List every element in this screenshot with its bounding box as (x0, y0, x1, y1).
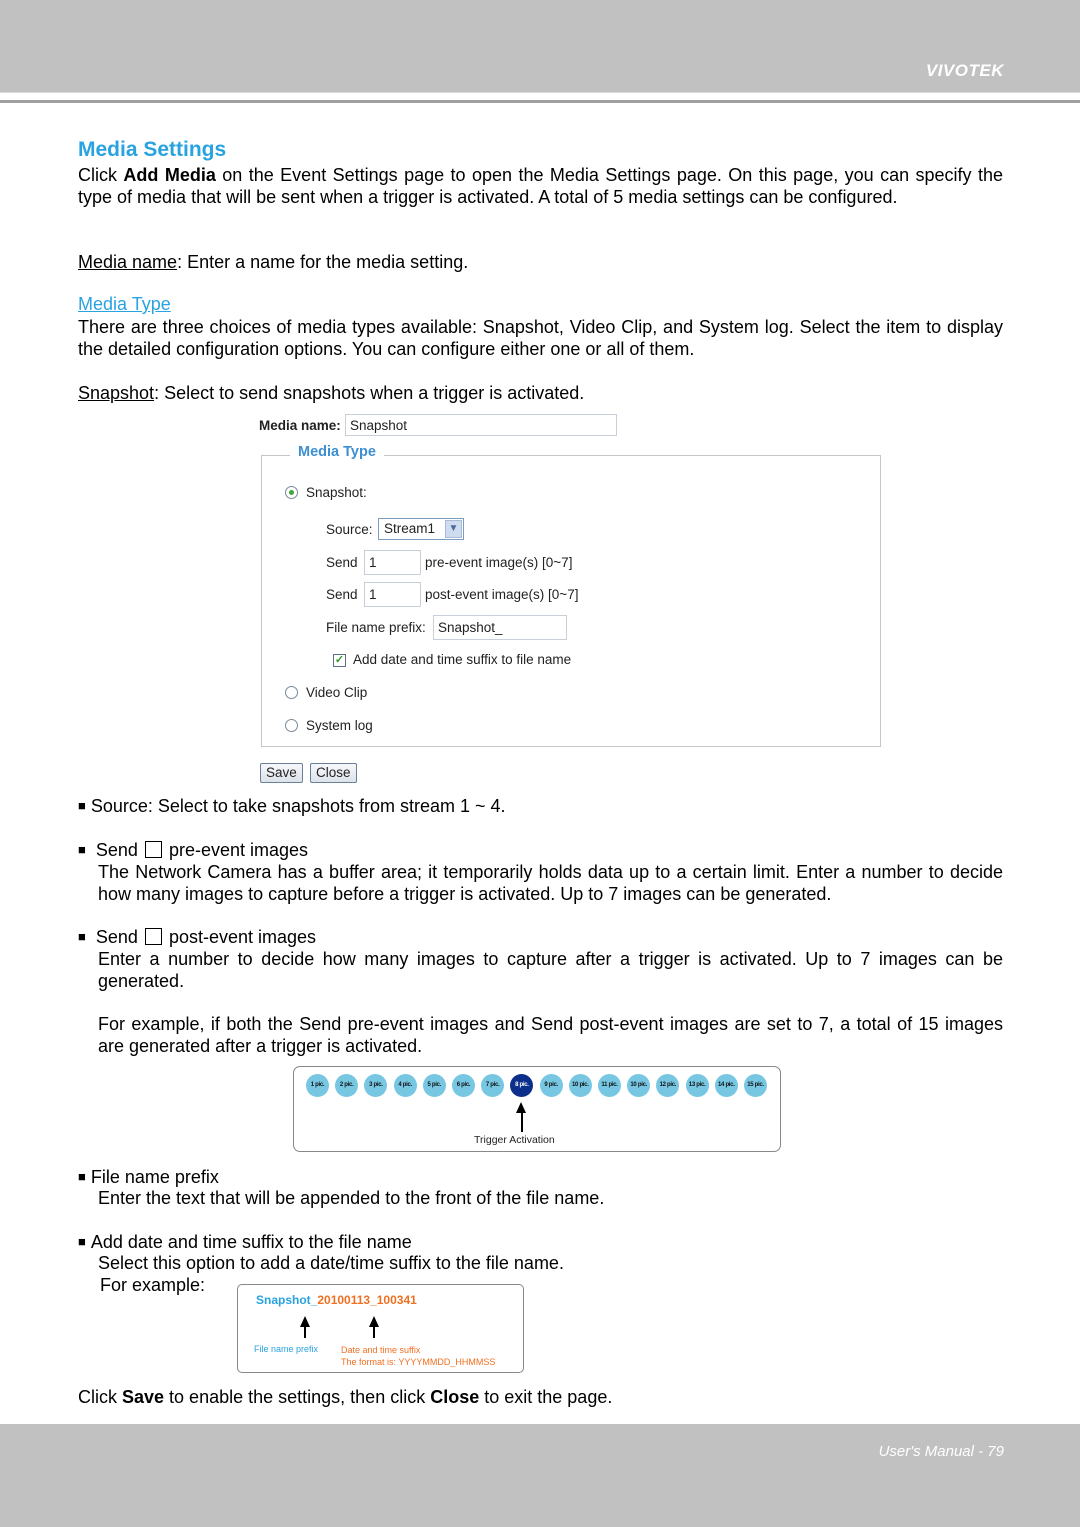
timeline-pic: 11 pic. (598, 1074, 621, 1097)
timeline-pic: 9 pic. (539, 1074, 563, 1097)
trigger-timeline-diagram: Trigger Activation 1 pic. 2 pic. 3 pic. 4 p… (293, 1066, 781, 1152)
file-prefix-description: Enter the text that will be appended to … (98, 1188, 605, 1208)
timeline-pic: 4 pic. (393, 1074, 417, 1097)
source-label: Source: (326, 522, 373, 537)
timeline-pic: 1 pic. (306, 1074, 329, 1097)
post-event-description: Enter a number to decide how many images… (98, 949, 1003, 991)
send-text: Send (95, 840, 138, 860)
system-log-label: System log (306, 718, 373, 733)
snapshot-option-label: Snapshot: (306, 485, 367, 500)
post-event-bullet: Send post-event images (78, 926, 1003, 950)
post-event-input[interactable] (364, 582, 421, 607)
chevron-down-icon[interactable]: ▼ (445, 520, 462, 538)
close-term: Close (430, 1387, 480, 1407)
timeline-pic: 5 pic. (422, 1074, 446, 1097)
media-type-paragraph: There are three choices of media types a… (78, 317, 1003, 359)
header-rule (0, 100, 1080, 103)
timeline-pic: 6 pic. (452, 1074, 475, 1097)
timeline-pic: 8 pic. (510, 1074, 534, 1097)
example-filename: Snapshot_20100113_100341 (256, 1293, 417, 1307)
section-title: Media Settings (78, 138, 227, 161)
filename-prefix-part: Snapshot_ (256, 1293, 318, 1307)
media-type-heading: Media Type (78, 294, 171, 314)
media-settings-screenshot: Media name: Media Type Snapshot: Source:… (255, 410, 885, 790)
timeline-pic: 12 pic. (656, 1074, 680, 1097)
page-header: VIVOTEK (0, 0, 1080, 92)
close-button[interactable]: Close (310, 763, 357, 783)
media-name-paragraph: Media name: Enter a name for the media s… (78, 251, 1003, 273)
example-description: For example, if both the Send pre-event … (98, 1014, 1003, 1056)
media-type-legend: Media Type (290, 444, 384, 460)
pre-event-input[interactable] (364, 550, 421, 575)
input-box-icon (144, 928, 162, 945)
intro-text-rest: on the Event Settings page to open the M… (78, 165, 1003, 207)
timeline-pic: 15 pic. (744, 1074, 767, 1097)
timeline-pic: 14 pic. (714, 1074, 738, 1097)
add-media-term: Add Media (123, 165, 216, 185)
for-example-label: For example: (100, 1275, 206, 1295)
closing-text: Click (78, 1387, 122, 1407)
closing-text: to exit the page. (479, 1387, 613, 1407)
prefix-caption: File name prefix (254, 1344, 319, 1354)
suffix-caption-title: Date and time suffix (341, 1345, 421, 1355)
video-clip-radio[interactable] (285, 686, 298, 699)
post-event-title: post-event images (168, 927, 317, 947)
video-clip-label: Video Clip (306, 685, 368, 700)
input-box-icon (144, 841, 162, 858)
send-post-label: Send (326, 587, 358, 602)
media-name-term: Media name (78, 252, 178, 272)
closing-text: to enable the settings, then click (164, 1387, 431, 1407)
intro-paragraph: Click Add Media on the Event Settings pa… (78, 164, 1003, 208)
trigger-activation-label: Trigger Activation (474, 1134, 555, 1146)
date-suffix-checkbox[interactable]: ✓ (333, 654, 346, 667)
snapshot-radio[interactable] (285, 486, 298, 499)
timeline-pic: 10 pic. (627, 1074, 651, 1097)
date-suffix-label: Add date and time suffix to file name (353, 652, 572, 667)
pre-event-title: pre-event images (168, 840, 309, 860)
timeline-pic: 3 pic. (364, 1074, 388, 1097)
date-suffix-description: Select this option to add a date/time su… (98, 1253, 564, 1273)
snapshot-paragraph: Snapshot: Select to send snapshots when … (78, 382, 1003, 404)
media-name-desc: : Enter a name for the media setting. (177, 252, 469, 272)
system-log-radio[interactable] (285, 719, 298, 732)
media-name-label: Media name: (259, 418, 341, 433)
arrow-shaft (304, 1325, 306, 1338)
suffix-caption: Date and time suffix The format is: YYYYM… (341, 1344, 495, 1368)
brand-logo: VIVOTEK (925, 61, 1004, 80)
header-divider (0, 92, 1080, 93)
snapshot-term: Snapshot (78, 383, 155, 403)
source-select[interactable]: Stream1 ▼ (378, 518, 464, 540)
timeline-pic: 7 pic. (481, 1074, 505, 1097)
source-bullet: Source: Select to take snapshots from st… (78, 795, 1003, 819)
pre-event-description: The Network Camera has a buffer area; it… (98, 862, 1003, 904)
send-pre-label: Send (326, 555, 358, 570)
page-footer: User's Manual - 79 (0, 1424, 1080, 1527)
file-prefix-input[interactable] (433, 615, 567, 640)
media-name-input[interactable] (345, 414, 617, 436)
suffix-format: The format is: YYYYMMDD_HHMMSS (341, 1357, 496, 1367)
timeline-pic: 10 pic. (568, 1074, 592, 1097)
pre-event-bullet: Send pre-event images (78, 839, 1003, 863)
timeline-pic: 13 pic. (685, 1074, 709, 1097)
save-term: Save (122, 1387, 165, 1407)
intro-text: Click (78, 165, 124, 185)
save-button[interactable]: Save (260, 763, 303, 783)
media-type-fieldset: Media Type Snapshot: Source: Stream1 ▼ S… (261, 444, 881, 747)
send-text: Send (95, 927, 138, 947)
file-prefix-label: File name prefix: (326, 620, 426, 635)
timeline-pic: 2 pic. (335, 1074, 359, 1097)
snapshot-desc: : Select to send snapshots when a trigge… (154, 383, 585, 403)
closing-paragraph: Click Save to enable the settings, then … (78, 1386, 1003, 1408)
arrow-shaft (521, 1112, 523, 1132)
source-select-value: Stream1 (384, 521, 436, 536)
pre-event-suffix: pre-event image(s) [0~7] (425, 555, 573, 570)
filename-example-diagram: Snapshot_20100113_100341 File name prefi… (237, 1284, 524, 1373)
post-event-suffix: post-event image(s) [0~7] (425, 587, 579, 602)
filename-suffix-part: 20100113_100341 (317, 1293, 417, 1307)
arrow-shaft (373, 1325, 375, 1338)
page-number: User's Manual - 79 (878, 1443, 1004, 1460)
